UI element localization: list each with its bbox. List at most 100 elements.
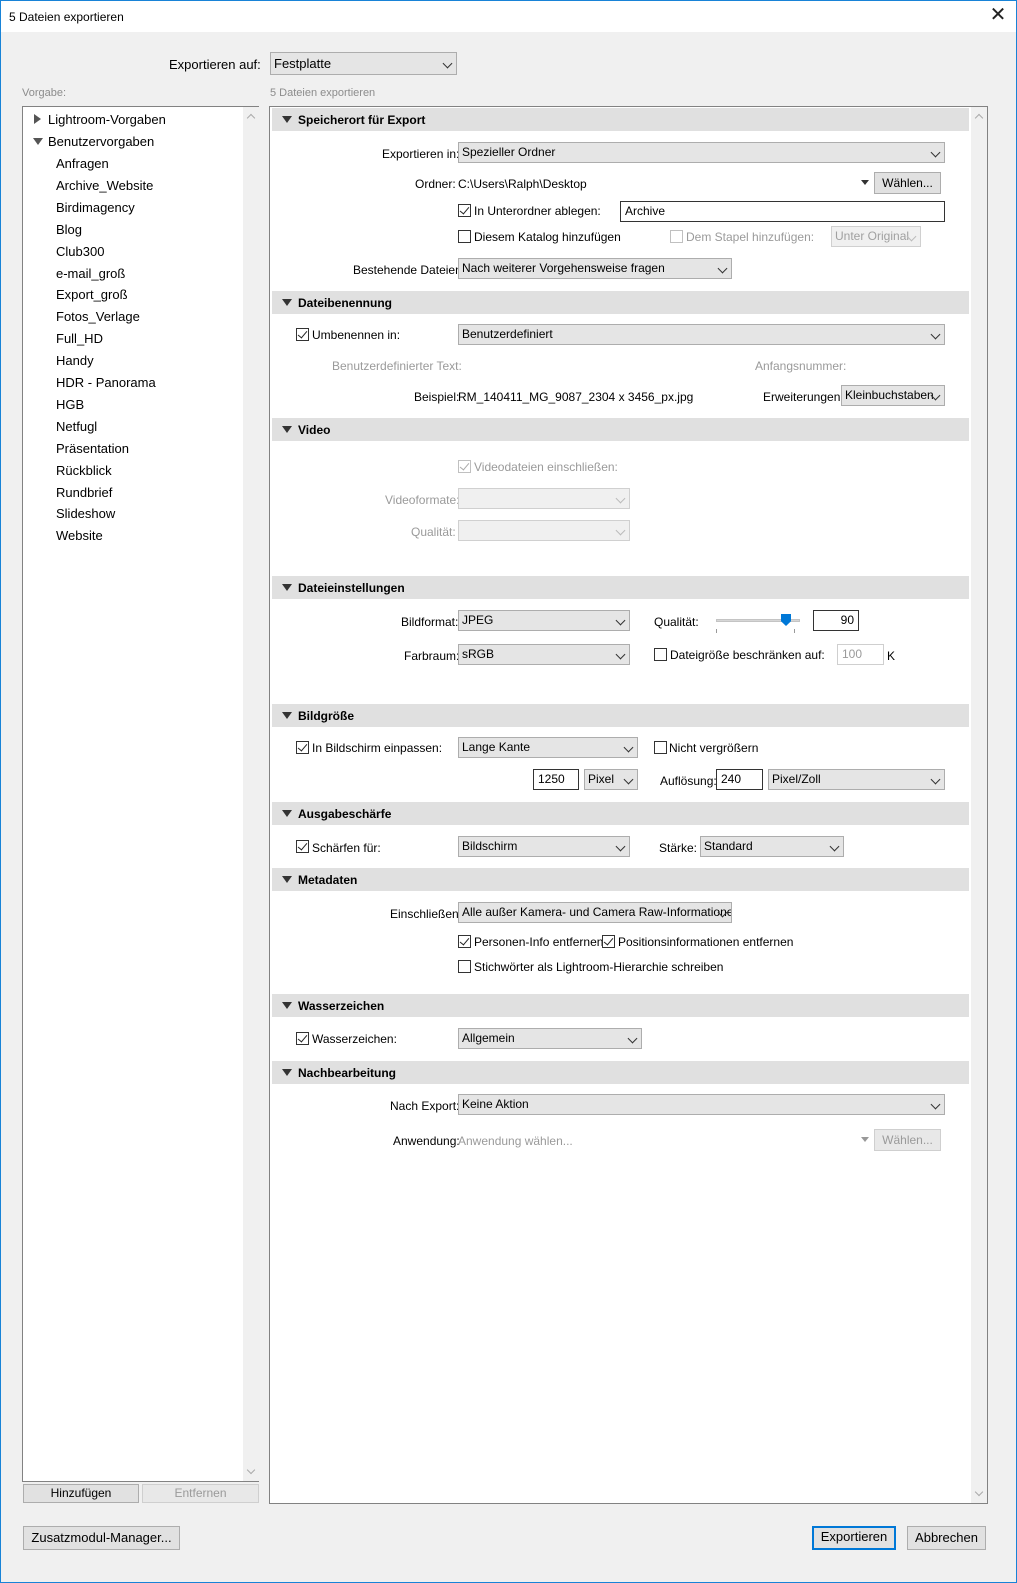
section-header-sharpening[interactable]: Ausgabeschärfe — [272, 802, 969, 825]
preset-item[interactable]: Anfragen — [56, 156, 109, 172]
stack-checkbox[interactable] — [670, 230, 683, 243]
limit-size-checkbox[interactable] — [654, 648, 667, 661]
quality-slider[interactable] — [716, 614, 800, 634]
preset-item[interactable]: Präsentation — [56, 441, 129, 457]
preset-item[interactable]: Archive_Website — [56, 178, 153, 194]
catalog-checkbox[interactable] — [458, 230, 471, 243]
extensions-dropdown[interactable]: Kleinbuchstaben — [841, 385, 945, 406]
remove-preset-button[interactable]: Entfernen — [142, 1484, 259, 1503]
preset-item[interactable]: Slideshow — [56, 506, 115, 522]
application-label: Anwendung: — [393, 1134, 460, 1148]
metadata-include-dropdown[interactable]: Alle außer Kamera- und Camera Raw-Inform… — [458, 902, 732, 923]
remove-person-checkbox[interactable] — [458, 935, 471, 948]
preset-item[interactable]: Blog — [56, 222, 82, 238]
export-button[interactable]: Exportieren — [812, 1526, 896, 1550]
resolution-unit-value: Pixel/Zoll — [772, 772, 821, 786]
application-dropdown-icon[interactable] — [861, 1137, 869, 1142]
add-preset-button[interactable]: Hinzufügen — [23, 1484, 139, 1503]
keywords-hierarchy-checkbox[interactable] — [458, 960, 471, 973]
preset-item[interactable]: HGB — [56, 397, 84, 413]
folder-dropdown-icon[interactable] — [861, 180, 869, 185]
section-header-naming[interactable]: Dateibenennung — [272, 291, 969, 314]
subfolder-input[interactable]: Archive — [620, 201, 945, 222]
preset-item[interactable]: Full_HD — [56, 331, 103, 347]
resolution-unit-dropdown[interactable]: Pixel/Zoll — [768, 769, 945, 790]
cancel-button[interactable]: Abbrechen — [907, 1526, 986, 1550]
section-header-metadata[interactable]: Metadaten — [272, 868, 969, 891]
export-in-dropdown[interactable]: Spezieller Ordner — [458, 142, 945, 163]
section-header-video[interactable]: Video — [272, 418, 969, 441]
preset-item[interactable]: Website — [56, 528, 103, 544]
existing-files-value: Nach weiterer Vorgehensweise fragen — [462, 261, 665, 275]
section-header-image-size[interactable]: Bildgröße — [272, 704, 969, 727]
export-to-dropdown[interactable]: Festplatte — [270, 52, 457, 75]
section-header-location[interactable]: Speicherort für Export — [272, 108, 969, 131]
collapse-arrow-icon[interactable] — [33, 138, 43, 145]
section-title: Video — [298, 423, 331, 437]
scroll-down-icon[interactable] — [246, 1465, 256, 1475]
include-video-checkbox[interactable] — [458, 460, 471, 473]
video-formats-dropdown[interactable] — [458, 488, 630, 509]
watermark-dropdown[interactable]: Allgemein — [458, 1028, 642, 1049]
preset-item[interactable]: Rundbrief — [56, 485, 112, 501]
slider-thumb[interactable] — [781, 614, 791, 626]
preset-item[interactable]: HDR - Panorama — [56, 375, 156, 391]
close-icon[interactable]: ✕ — [986, 3, 1010, 27]
after-export-dropdown[interactable]: Keine Aktion — [458, 1094, 945, 1115]
choose-application-button[interactable]: Wählen... — [874, 1129, 941, 1151]
settings-scrollbar[interactable] — [971, 107, 987, 1503]
preset-group-lightroom[interactable]: Lightroom-Vorgaben — [48, 112, 166, 128]
extensions-label: Erweiterungen: — [763, 390, 844, 404]
preset-group-user[interactable]: Benutzervorgaben — [48, 134, 154, 150]
video-quality-dropdown[interactable] — [458, 520, 630, 541]
no-enlarge-checkbox[interactable] — [654, 741, 667, 754]
scroll-up-icon[interactable] — [246, 113, 256, 123]
section-title: Ausgabeschärfe — [298, 807, 392, 821]
preset-item[interactable]: Rückblick — [56, 463, 112, 479]
preset-item[interactable]: Netfugl — [56, 419, 97, 435]
sharpen-checkbox[interactable] — [296, 840, 309, 853]
size-input[interactable]: 1250 — [533, 769, 579, 790]
include-video-label: Videodateien einschließen: — [474, 460, 618, 474]
stack-value: Unter Original — [835, 229, 910, 243]
chevron-down-icon — [717, 263, 728, 274]
resolution-input[interactable]: 240 — [716, 769, 763, 790]
size-unit-dropdown[interactable]: Pixel — [584, 769, 638, 790]
fit-screen-checkbox[interactable] — [296, 741, 309, 754]
scroll-down-icon[interactable] — [974, 1487, 984, 1497]
format-dropdown[interactable]: JPEG — [458, 610, 630, 631]
title-bar: 5 Dateien exportieren ✕ — [1, 1, 1016, 32]
scroll-up-icon[interactable] — [974, 113, 984, 123]
limit-size-input[interactable]: 100 — [837, 644, 884, 665]
remove-location-checkbox[interactable] — [602, 935, 615, 948]
section-title: Speicherort für Export — [298, 113, 426, 127]
preset-item[interactable]: Fotos_Verlage — [56, 309, 140, 325]
rename-checkbox[interactable] — [296, 328, 309, 341]
sharpen-target-dropdown[interactable]: Bildschirm — [458, 836, 630, 857]
preset-item[interactable]: Export_groß — [56, 287, 128, 303]
stack-dropdown[interactable]: Unter Original — [831, 226, 921, 247]
chevron-down-icon — [930, 329, 941, 340]
preset-item[interactable]: Handy — [56, 353, 94, 369]
choose-folder-button[interactable]: Wählen... — [874, 172, 941, 194]
colorspace-dropdown[interactable]: sRGB — [458, 644, 630, 665]
preset-scrollbar[interactable] — [243, 107, 259, 1481]
rename-dropdown[interactable]: Benutzerdefiniert — [458, 324, 945, 345]
section-header-post-processing[interactable]: Nachbearbeitung — [272, 1061, 969, 1084]
expand-arrow-icon[interactable] — [34, 114, 41, 124]
amount-dropdown[interactable]: Standard — [700, 836, 844, 857]
subfolder-checkbox[interactable] — [458, 204, 471, 217]
preset-item[interactable]: e-mail_groß — [56, 266, 125, 282]
watermark-checkbox[interactable] — [296, 1032, 309, 1045]
plugin-manager-button[interactable]: Zusatzmodul-Manager... — [23, 1526, 180, 1550]
section-header-file-settings[interactable]: Dateieinstellungen — [272, 576, 969, 599]
folder-path: C:\Users\Ralph\Desktop — [458, 177, 587, 191]
preset-item[interactable]: Birdimagency — [56, 200, 135, 216]
subfolder-label: In Unterordner ablegen: — [474, 204, 601, 218]
quality-input[interactable]: 90 — [813, 610, 859, 631]
preset-item[interactable]: Club300 — [56, 244, 104, 260]
application-placeholder[interactable]: Anwendung wählen... — [458, 1134, 573, 1148]
existing-files-dropdown[interactable]: Nach weiterer Vorgehensweise fragen — [458, 258, 732, 279]
fit-mode-dropdown[interactable]: Lange Kante — [458, 737, 638, 758]
section-header-watermark[interactable]: Wasserzeichen — [272, 994, 969, 1017]
